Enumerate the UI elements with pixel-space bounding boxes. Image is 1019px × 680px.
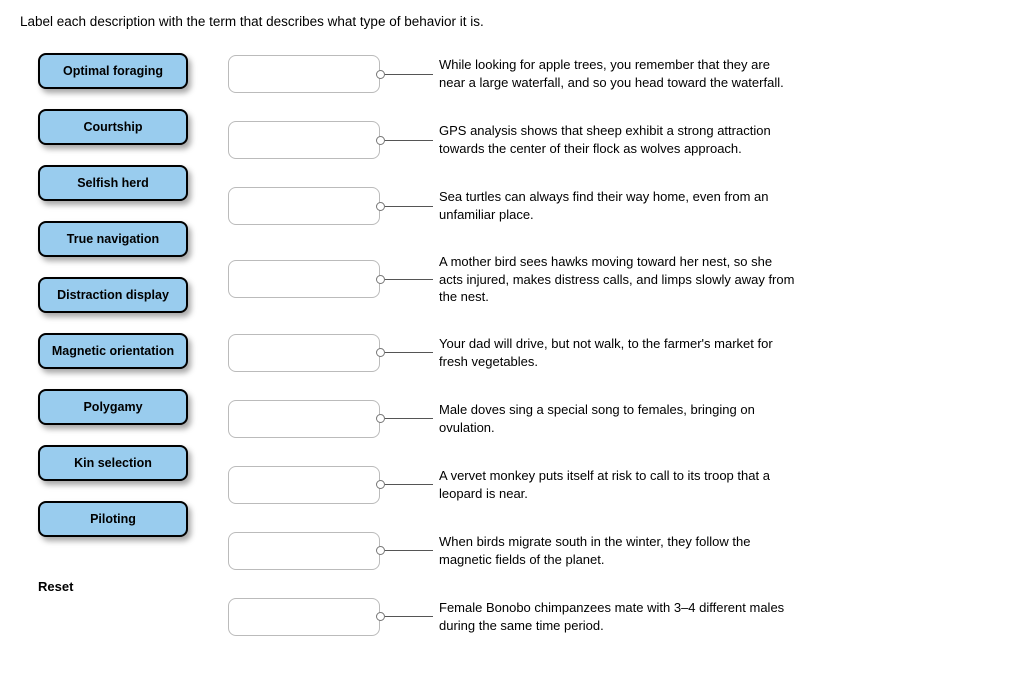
connector-dot-icon: [376, 202, 385, 211]
drop-slot[interactable]: [228, 55, 380, 93]
connector-dot-icon: [376, 414, 385, 423]
match-row: Sea turtles can always find their way ho…: [228, 187, 999, 225]
matching-exercise: Label each description with the term tha…: [0, 0, 1019, 656]
term-chip[interactable]: Courtship: [38, 109, 188, 145]
connector-line-icon: [385, 484, 433, 485]
connector-line-icon: [385, 74, 433, 75]
reset-button[interactable]: Reset: [38, 579, 228, 594]
connector: [380, 136, 433, 145]
drop-slot[interactable]: [228, 260, 380, 298]
connector-dot-icon: [376, 70, 385, 79]
connector-line-icon: [385, 140, 433, 141]
description-text: When birds migrate south in the winter, …: [433, 533, 799, 568]
connector-dot-icon: [376, 136, 385, 145]
connector-line-icon: [385, 352, 433, 353]
description-column: While looking for apple trees, you remem…: [228, 53, 999, 636]
connector-dot-icon: [376, 275, 385, 284]
drop-slot[interactable]: [228, 121, 380, 159]
connector: [380, 348, 433, 357]
connector-line-icon: [385, 206, 433, 207]
drop-slot[interactable]: [228, 400, 380, 438]
match-row: A mother bird sees hawks moving toward h…: [228, 253, 999, 306]
description-text: Sea turtles can always find their way ho…: [433, 188, 799, 223]
connector-dot-icon: [376, 612, 385, 621]
match-row: While looking for apple trees, you remem…: [228, 55, 999, 93]
connector-line-icon: [385, 616, 433, 617]
drop-slot[interactable]: [228, 334, 380, 372]
description-text: GPS analysis shows that sheep exhibit a …: [433, 122, 799, 157]
description-text: A vervet monkey puts itself at risk to c…: [433, 467, 799, 502]
term-chip[interactable]: True navigation: [38, 221, 188, 257]
connector: [380, 414, 433, 423]
match-row: GPS analysis shows that sheep exhibit a …: [228, 121, 999, 159]
connector-line-icon: [385, 418, 433, 419]
term-chip[interactable]: Piloting: [38, 501, 188, 537]
connector-dot-icon: [376, 480, 385, 489]
description-text: Female Bonobo chimpanzees mate with 3–4 …: [433, 599, 799, 634]
connector-line-icon: [385, 279, 433, 280]
drop-slot[interactable]: [228, 598, 380, 636]
match-row: Your dad will drive, but not walk, to th…: [228, 334, 999, 372]
description-text: While looking for apple trees, you remem…: [433, 56, 799, 91]
term-chip[interactable]: Polygamy: [38, 389, 188, 425]
connector: [380, 480, 433, 489]
connector: [380, 202, 433, 211]
connector: [380, 70, 433, 79]
term-chip[interactable]: Magnetic orientation: [38, 333, 188, 369]
drop-slot[interactable]: [228, 466, 380, 504]
connector-line-icon: [385, 550, 433, 551]
match-row: When birds migrate south in the winter, …: [228, 532, 999, 570]
work-area: Optimal foraging Courtship Selfish herd …: [20, 53, 999, 636]
term-chip[interactable]: Optimal foraging: [38, 53, 188, 89]
connector: [380, 275, 433, 284]
term-column: Optimal foraging Courtship Selfish herd …: [20, 53, 228, 594]
match-row: Male doves sing a special song to female…: [228, 400, 999, 438]
drop-slot[interactable]: [228, 187, 380, 225]
question-prompt: Label each description with the term tha…: [20, 14, 999, 29]
drop-slot[interactable]: [228, 532, 380, 570]
connector-dot-icon: [376, 546, 385, 555]
connector-dot-icon: [376, 348, 385, 357]
match-row: Female Bonobo chimpanzees mate with 3–4 …: [228, 598, 999, 636]
match-row: A vervet monkey puts itself at risk to c…: [228, 466, 999, 504]
connector: [380, 612, 433, 621]
description-text: A mother bird sees hawks moving toward h…: [433, 253, 799, 306]
term-chip[interactable]: Selfish herd: [38, 165, 188, 201]
term-chip[interactable]: Kin selection: [38, 445, 188, 481]
term-chip[interactable]: Distraction display: [38, 277, 188, 313]
connector: [380, 546, 433, 555]
description-text: Male doves sing a special song to female…: [433, 401, 799, 436]
description-text: Your dad will drive, but not walk, to th…: [433, 335, 799, 370]
